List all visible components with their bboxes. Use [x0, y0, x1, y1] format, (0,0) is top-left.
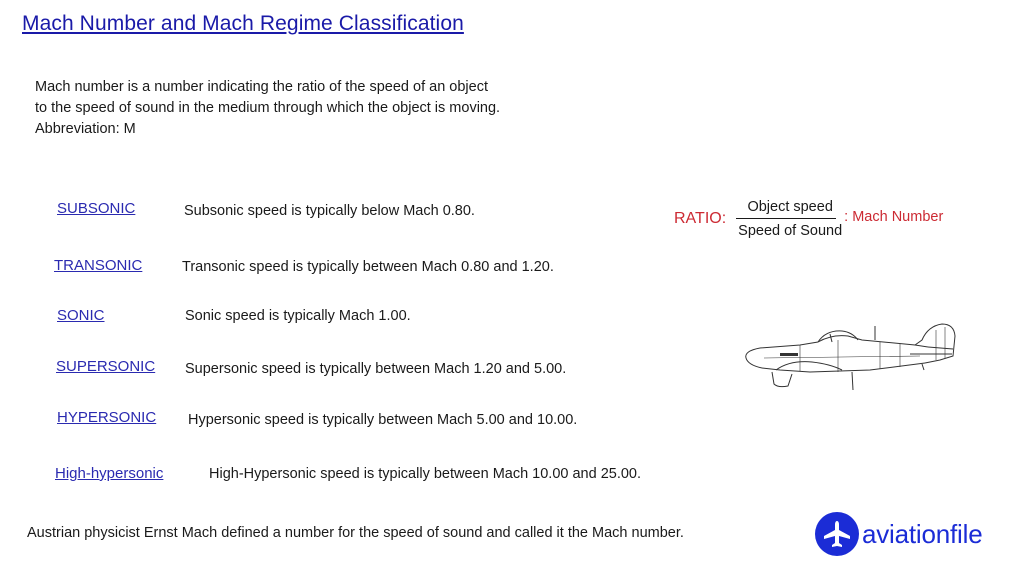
regime-link-transonic[interactable]: TRANSONIC: [54, 257, 142, 274]
logo-text: aviationfile: [862, 518, 983, 549]
footer-note: Austrian physicist Ernst Mach defined a …: [27, 525, 684, 541]
regime-description-subsonic: Subsonic speed is typically below Mach 0…: [184, 203, 475, 219]
regime-description-high-hypersonic: High-Hypersonic speed is typically betwe…: [209, 466, 642, 482]
regime-link-hypersonic[interactable]: HYPERSONIC: [57, 409, 156, 426]
airplane-icon: [815, 512, 859, 556]
regime-link-high-hypersonic[interactable]: High-hypersonic: [55, 465, 163, 482]
intro-line: Abbreviation: M: [35, 121, 136, 137]
intro-line: to the speed of sound in the medium thro…: [35, 100, 501, 116]
regime-description-transonic: Transonic speed is typically between Mac…: [182, 259, 554, 275]
regime-link-supersonic[interactable]: SUPERSONIC: [56, 358, 155, 375]
ratio-fraction: Object speed Speed of Sound: [736, 198, 843, 240]
ratio-label: RATIO:: [674, 210, 727, 227]
intro-line: Mach number is a number indicating the r…: [35, 79, 488, 95]
page-title[interactable]: Mach Number and Mach Regime Classificati…: [22, 12, 464, 36]
ratio-result: : Mach Number: [844, 209, 944, 225]
regime-link-sonic[interactable]: SONIC: [57, 307, 105, 324]
regime-link-subsonic[interactable]: SUBSONIC: [57, 200, 135, 217]
regime-description-hypersonic: Hypersonic speed is typically between Ma…: [188, 412, 578, 428]
intro-paragraph: Mach number is a number indicating the r…: [35, 77, 500, 140]
mach-ratio-formula: RATIO: Object speed Speed of Sound : Mac…: [674, 194, 943, 244]
regime-description-supersonic: Supersonic speed is typically between Ma…: [185, 361, 567, 377]
ratio-denominator: Speed of Sound: [738, 223, 843, 240]
aviationfile-logo[interactable]: aviationfile: [815, 512, 983, 556]
regime-description-sonic: Sonic speed is typically Mach 1.00.: [185, 308, 411, 324]
fighter-aircraft-illustration: [745, 323, 956, 391]
ratio-numerator: Object speed: [747, 198, 833, 215]
